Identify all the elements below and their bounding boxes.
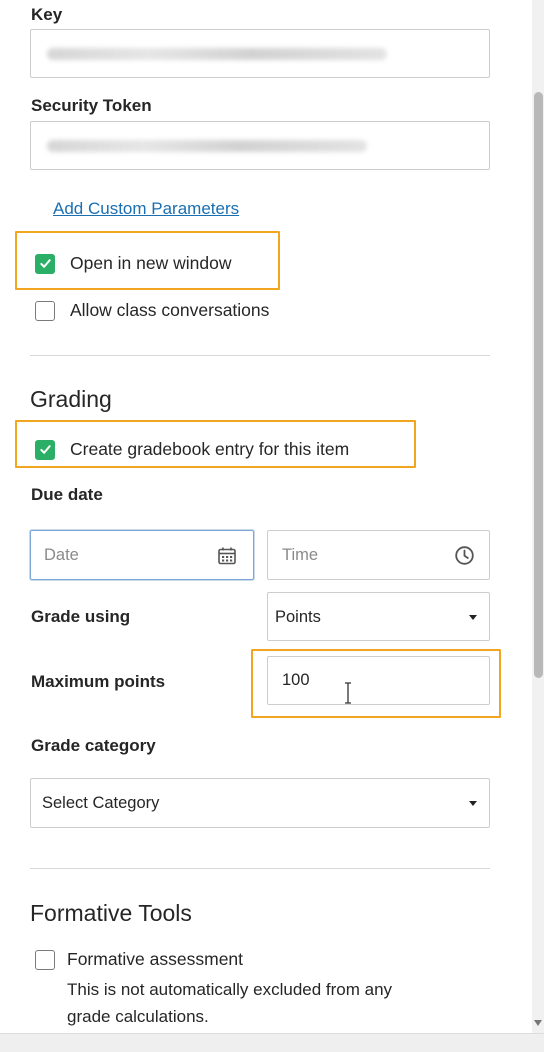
- text-cursor-icon: [345, 682, 351, 704]
- allow-conversations-option[interactable]: Allow class conversations: [35, 300, 269, 321]
- formative-assessment-checkbox[interactable]: [35, 949, 55, 970]
- date-placeholder: Date: [44, 546, 79, 564]
- formative-note-line-2: grade calculations.: [67, 1007, 209, 1026]
- grade-category-select[interactable]: Select Category: [30, 778, 490, 828]
- panel-footer: [0, 1033, 544, 1052]
- grade-using-value: Points: [275, 608, 321, 626]
- add-custom-parameters-link[interactable]: Add Custom Parameters: [53, 199, 239, 219]
- calendar-icon[interactable]: [217, 546, 237, 566]
- security-token-value-redacted: [47, 139, 367, 152]
- formative-assessment-option[interactable]: Formative assessment: [35, 949, 243, 970]
- allow-conversations-label: Allow class conversations: [70, 300, 270, 320]
- key-label: Key: [31, 5, 63, 24]
- maximum-points-label: Maximum points: [31, 672, 166, 691]
- key-field[interactable]: [30, 29, 490, 78]
- allow-conversations-checkbox[interactable]: [35, 300, 55, 321]
- open-new-window-checkbox[interactable]: [35, 253, 55, 274]
- scroll-down-arrow-icon[interactable]: [534, 1020, 542, 1026]
- create-gradebook-label: Create gradebook entry for this item: [70, 439, 350, 459]
- grade-category-value: Select Category: [42, 794, 160, 812]
- scrollbar-thumb[interactable]: [534, 92, 543, 678]
- caret-down-icon: [469, 615, 477, 620]
- formative-note-line-1: This is not automatically excluded from …: [67, 980, 393, 999]
- open-new-window-option[interactable]: Open in new window: [35, 253, 231, 274]
- create-gradebook-option[interactable]: Create gradebook entry for this item: [35, 439, 349, 460]
- security-token-label: Security Token: [31, 96, 152, 115]
- section-divider: [30, 868, 490, 869]
- maximum-points-value: 100: [282, 671, 310, 689]
- grade-category-label: Grade category: [31, 736, 156, 755]
- maximum-points-input[interactable]: 100: [267, 656, 490, 705]
- key-value-redacted: [47, 47, 387, 60]
- time-field[interactable]: Time: [267, 530, 490, 580]
- caret-down-icon: [469, 801, 477, 806]
- formative-assessment-note: This is not automatically excluded from …: [67, 976, 392, 1030]
- grading-title: Grading: [30, 386, 112, 412]
- security-token-field[interactable]: [30, 121, 490, 170]
- grade-using-select[interactable]: Points: [267, 592, 490, 641]
- grade-using-label: Grade using: [31, 607, 131, 626]
- formative-assessment-label: Formative assessment: [67, 949, 244, 969]
- time-placeholder: Time: [282, 546, 319, 564]
- date-field[interactable]: Date: [30, 530, 254, 580]
- check-icon: [39, 259, 51, 268]
- check-icon: [39, 445, 51, 454]
- section-divider: [30, 355, 490, 356]
- open-new-window-label: Open in new window: [70, 253, 232, 273]
- due-date-label: Due date: [31, 485, 103, 504]
- formative-tools-title: Formative Tools: [30, 900, 192, 926]
- create-gradebook-checkbox[interactable]: [35, 439, 55, 460]
- clock-icon[interactable]: [454, 545, 475, 566]
